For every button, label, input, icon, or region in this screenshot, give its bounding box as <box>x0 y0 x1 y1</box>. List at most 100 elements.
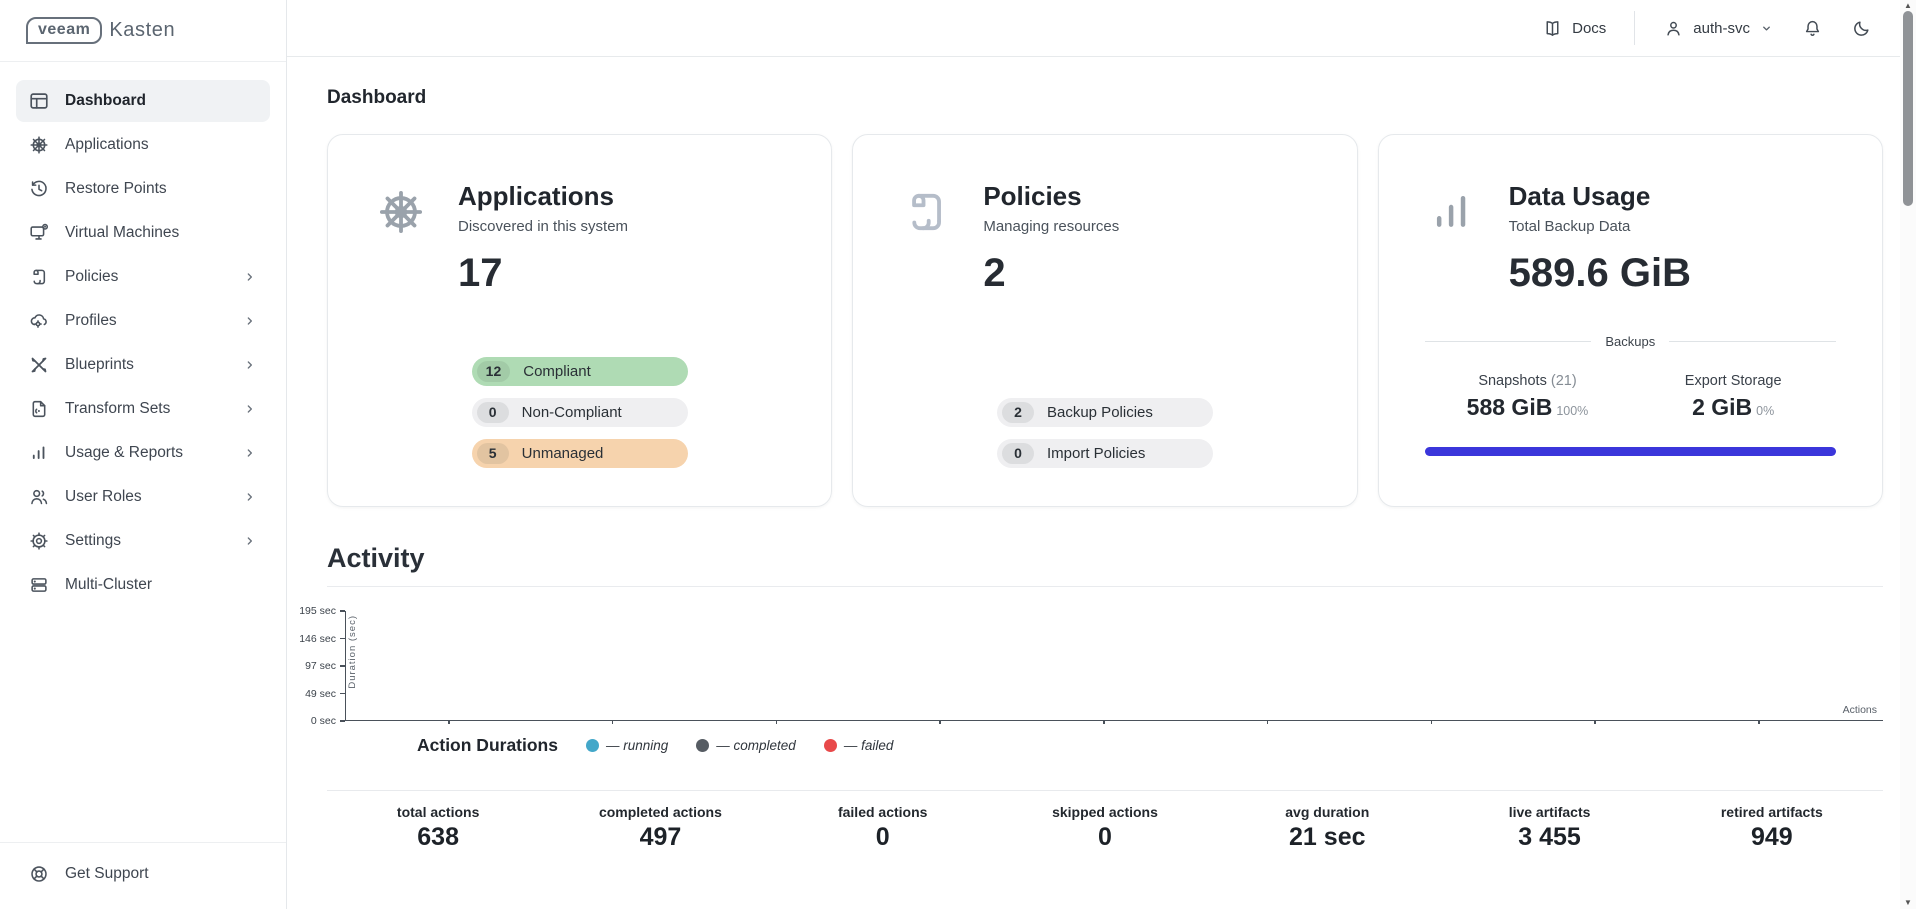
sidebar-item-transform-sets[interactable]: Transform Sets <box>16 388 270 430</box>
activity-stat-value: 949 <box>1661 823 1883 852</box>
sidebar-item-get-support[interactable]: Get Support <box>16 853 270 895</box>
policies-card-subtitle: Managing resources <box>983 218 1119 235</box>
logo[interactable]: veeam Kasten <box>0 0 286 62</box>
monitor-gear-icon <box>28 222 50 244</box>
status-pill-count: 2 <box>1002 402 1034 423</box>
stat-live-artifacts: live artifacts 3 455 <box>1438 804 1660 852</box>
applications-card[interactable]: Applications Discovered in this system 1… <box>327 134 832 507</box>
export-pct: 0% <box>1756 404 1774 418</box>
topbar-divider <box>1634 11 1635 45</box>
user-name: auth-svc <box>1693 20 1750 37</box>
sidebar-item-label: Applications <box>65 136 149 154</box>
pill-non-compliant[interactable]: 0 Non-Compliant <box>472 398 688 427</box>
applications-card-title: Applications <box>458 181 628 212</box>
chevron-right-icon <box>242 269 258 285</box>
status-pill-label: Compliant <box>523 363 591 380</box>
moon-icon <box>1851 18 1872 39</box>
backups-divider: Backups <box>1425 334 1836 349</box>
policies-card[interactable]: Policies Managing resources 2 2 Backup P… <box>852 134 1357 507</box>
chevron-down-icon <box>1759 21 1774 36</box>
person-icon <box>1663 18 1684 39</box>
chart-bars <box>346 611 1883 720</box>
chevron-right-icon <box>242 313 258 329</box>
pill-backup-policies[interactable]: 2 Backup Policies <box>997 398 1213 427</box>
legend-dot-icon <box>586 739 599 752</box>
sidebar-item-label: Usage & Reports <box>65 444 183 462</box>
data-usage-card-subtitle: Total Backup Data <box>1509 218 1691 235</box>
ship-wheel-icon <box>374 185 428 239</box>
pill-unmanaged[interactable]: 5 Unmanaged <box>472 439 688 468</box>
life-ring-icon <box>28 863 50 885</box>
sidebar-item-virtual-machines[interactable]: Virtual Machines <box>16 212 270 254</box>
snapshots-pct: 100% <box>1556 404 1588 418</box>
sidebar-item-applications[interactable]: Applications <box>16 124 270 166</box>
scrollbar-thumb[interactable] <box>1903 11 1913 206</box>
server-stack-icon <box>28 574 50 596</box>
users-icon <box>28 486 50 508</box>
bar-chart-icon <box>28 442 50 464</box>
scroll-down-arrow[interactable]: ▼ <box>1900 897 1916 909</box>
policies-pills: 2 Backup Policies 0 Import Policies <box>997 386 1213 468</box>
sidebar-item-label: Dashboard <box>65 92 146 110</box>
status-pill-count: 0 <box>1002 443 1034 464</box>
backups-divider-label: Backups <box>1605 334 1655 349</box>
status-pill-label: Unmanaged <box>522 445 604 462</box>
stat-retired-artifacts: retired artifacts 949 <box>1661 804 1883 852</box>
get-support-label: Get Support <box>65 865 149 883</box>
sidebar-item-profiles[interactable]: Profiles <box>16 300 270 342</box>
pill-compliant[interactable]: 12 Compliant <box>472 357 688 386</box>
activity-stat-label: completed actions <box>549 804 771 820</box>
y-tick: 49 sec <box>305 688 345 700</box>
chart-x-axis-label: Actions <box>1843 704 1877 716</box>
chevron-right-icon <box>242 401 258 417</box>
gear-icon <box>28 530 50 552</box>
sidebar: veeam Kasten Dashboard Applications Rest… <box>0 0 287 909</box>
scroll-icon <box>899 185 953 239</box>
y-tick: 146 sec <box>299 633 345 645</box>
docs-link[interactable]: Docs <box>1542 18 1606 39</box>
chart-legend: Action Durations — running — completed —… <box>417 735 1883 756</box>
sidebar-item-settings[interactable]: Settings <box>16 520 270 562</box>
sidebar-item-label: Settings <box>65 532 121 550</box>
notifications-button[interactable] <box>1802 18 1823 39</box>
policies-card-title: Policies <box>983 181 1119 212</box>
sidebar-item-user-roles[interactable]: User Roles <box>16 476 270 518</box>
applications-card-subtitle: Discovered in this system <box>458 218 628 235</box>
legend-item: — completed <box>696 738 796 753</box>
activity-divider <box>327 586 1883 587</box>
scrollbar[interactable]: ▲ ▼ <box>1900 0 1916 909</box>
activity-stat-label: skipped actions <box>994 804 1216 820</box>
sidebar-item-label: Restore Points <box>65 180 167 198</box>
main-area: Docs auth-svc Dashboard <box>287 0 1916 909</box>
kasten-logo-text: Kasten <box>109 19 175 42</box>
sidebar-item-dashboard[interactable]: Dashboard <box>16 80 270 122</box>
sidebar-item-multi-cluster[interactable]: Multi-Cluster <box>16 564 270 606</box>
chevron-right-icon <box>242 489 258 505</box>
activity-stat-value: 0 <box>994 823 1216 852</box>
status-pill-label: Non-Compliant <box>522 404 622 421</box>
stat-total-actions: total actions 638 <box>327 804 549 852</box>
data-usage-columns: Snapshots (21) 588 GiB100% Export Storag… <box>1425 373 1836 421</box>
sidebar-item-label: Virtual Machines <box>65 224 179 242</box>
user-menu[interactable]: auth-svc <box>1663 18 1774 39</box>
applications-pills: 12 Compliant 0 Non-Compliant 5 Unmanaged <box>472 345 688 468</box>
sidebar-item-label: Policies <box>65 268 118 286</box>
pill-import-policies[interactable]: 0 Import Policies <box>997 439 1213 468</box>
sidebar-item-blueprints[interactable]: Blueprints <box>16 344 270 386</box>
veeam-logo: veeam <box>26 17 102 44</box>
sidebar-item-usage-reports[interactable]: Usage & Reports <box>16 432 270 474</box>
sidebar-item-label: Blueprints <box>65 356 134 374</box>
action-durations-chart: 195 sec146 sec97 sec49 sec0 sec Duration… <box>287 611 1883 721</box>
transform-document-icon <box>28 398 50 420</box>
activity-stat-label: live artifacts <box>1438 804 1660 820</box>
activity-stat-value: 0 <box>772 823 994 852</box>
bell-icon <box>1802 18 1823 39</box>
data-usage-card[interactable]: Data Usage Total Backup Data 589.6 GiB B… <box>1378 134 1883 507</box>
export-storage-column: Export Storage 2 GiB0% <box>1630 373 1836 421</box>
sidebar-item-policies[interactable]: Policies <box>16 256 270 298</box>
page-title: Dashboard <box>327 87 1883 109</box>
activity-stat-value: 638 <box>327 823 549 852</box>
sidebar-footer: Get Support <box>0 842 286 909</box>
dark-mode-toggle[interactable] <box>1851 18 1872 39</box>
sidebar-item-restore-points[interactable]: Restore Points <box>16 168 270 210</box>
